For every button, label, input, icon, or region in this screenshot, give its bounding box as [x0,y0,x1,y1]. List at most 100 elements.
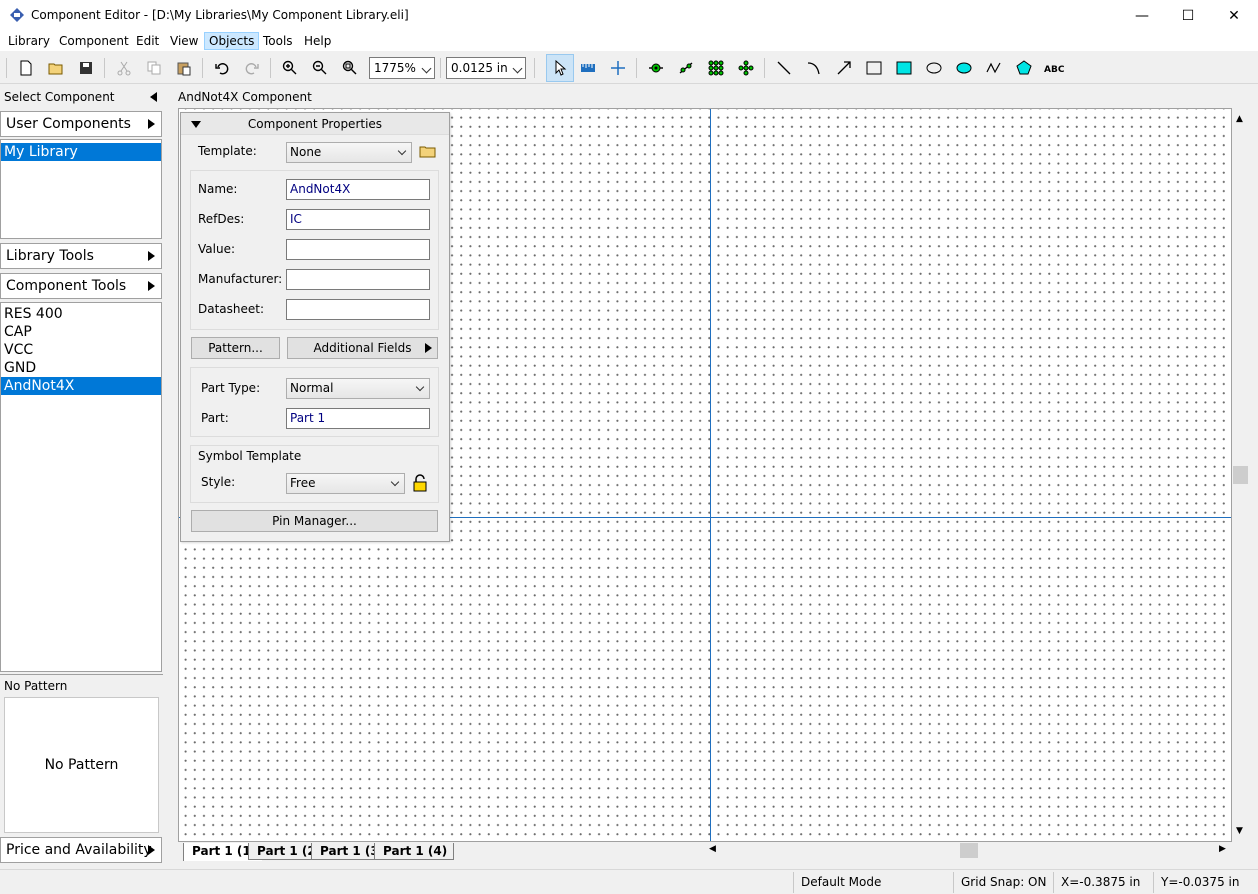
manufacturer-label: Manufacturer: [198,272,283,286]
origin-tool-icon[interactable] [606,57,630,79]
scroll-right-icon[interactable]: ▶ [1219,844,1226,854]
menu-objects[interactable]: Objects [204,32,260,50]
value-field[interactable] [286,239,430,260]
minimize-button[interactable]: — [1119,0,1165,31]
zoom-in-icon[interactable] [278,57,302,79]
collapse-left-icon[interactable] [150,92,157,102]
fields-group: Name: AndNot4X RefDes: IC Value: Manufac… [190,170,439,330]
ellipse-tool-icon[interactable] [922,57,946,79]
name-field[interactable]: AndNot4X [286,179,430,200]
refdes-field[interactable]: IC [286,209,430,230]
list-item[interactable]: My Library [1,143,161,161]
list-item[interactable]: CAP [1,323,161,341]
list-item[interactable]: RES 400 [1,305,161,323]
maximize-button[interactable]: ☐ [1165,0,1211,31]
list-item[interactable]: VCC [1,341,161,359]
zoom-fit-icon[interactable] [338,57,362,79]
open-folder-icon[interactable] [419,143,437,162]
library-tools-button[interactable]: Library Tools [0,243,162,269]
style-value: Free [290,476,316,490]
select-tool-icon[interactable] [546,54,574,82]
new-file-icon[interactable] [14,57,38,79]
component-tools-button[interactable]: Component Tools [0,273,162,299]
list-item[interactable]: AndNot4X [1,377,161,395]
grid-size-select[interactable]: 0.0125 in [446,57,526,79]
zoom-out-icon[interactable] [308,57,332,79]
part-field[interactable]: Part 1 [286,408,430,429]
scroll-up-icon[interactable]: ▲ [1236,114,1243,124]
part-label: Part: [201,411,229,425]
menu-view[interactable]: View [166,32,202,50]
pin-grid-tool-icon[interactable] [704,57,728,79]
save-icon[interactable] [74,57,98,79]
component-properties-panel: Component Properties Template: None Name… [180,112,450,542]
vertical-scrollbar[interactable]: ▲ ▼ [1232,108,1249,842]
menu-help[interactable]: Help [300,32,335,50]
part-type-value: Normal [290,381,334,395]
arrow-tool-icon[interactable] [832,57,856,79]
horizontal-scrollbar[interactable]: ◀ ▶ [706,842,1232,859]
pin-manager-button[interactable]: Pin Manager... [191,510,438,532]
chevron-down-icon [421,63,432,74]
menu-edit[interactable]: Edit [132,32,163,50]
pin-cross-tool-icon[interactable] [734,57,758,79]
toolbar-separator [636,58,637,78]
text-tool-icon[interactable]: ABC [1042,57,1068,79]
additional-fields-button[interactable]: Additional Fields [287,337,438,359]
part-group: Part Type: Normal Part: Part 1 [190,367,439,437]
copy-icon[interactable] [142,57,166,79]
arc-tool-icon[interactable] [802,57,826,79]
datasheet-label: Datasheet: [198,302,265,316]
menu-component[interactable]: Component [55,32,133,50]
price-availability-button[interactable]: Price and Availability [0,837,162,863]
open-folder-icon[interactable] [44,57,68,79]
toolbar-grip [6,58,7,78]
part-type-select[interactable]: Normal [286,378,430,399]
scroll-down-icon[interactable]: ▼ [1236,826,1243,836]
refdes-label: RefDes: [198,212,245,226]
redo-icon[interactable] [240,57,264,79]
datasheet-field[interactable] [286,299,430,320]
component-tools-label: Component Tools [6,278,127,294]
template-select[interactable]: None [286,142,412,163]
pattern-button[interactable]: Pattern... [191,337,280,359]
polyline-tool-icon[interactable] [982,57,1006,79]
ruler-tool-icon[interactable] [576,57,600,79]
close-button[interactable]: ✕ [1211,0,1257,31]
line-tool-icon[interactable] [772,57,796,79]
menu-library[interactable]: Library [4,32,54,50]
pattern-preview-text: No Pattern [44,757,119,773]
user-components-button[interactable]: User Components [0,111,162,137]
scroll-left-icon[interactable]: ◀ [709,844,716,854]
zoom-value: 1775% [374,61,416,75]
pin-array-tool-icon[interactable] [674,57,698,79]
pin-tool-icon[interactable] [644,57,668,79]
value-label: Value: [198,242,235,256]
expand-right-icon [148,281,155,291]
style-select[interactable]: Free [286,473,405,494]
undo-icon[interactable] [210,57,234,79]
polygon-tool-icon[interactable] [1012,57,1036,79]
paste-icon[interactable] [172,57,196,79]
rectangle-tool-icon[interactable] [862,57,886,79]
list-item[interactable]: GND [1,359,161,377]
user-components-label: User Components [6,116,131,132]
scroll-thumb[interactable] [1233,466,1248,484]
properties-header[interactable]: Component Properties [181,113,449,135]
properties-title: Component Properties [247,117,383,131]
scroll-thumb[interactable] [960,843,978,858]
status-separator [793,872,794,893]
toolbar: 1775% 0.0125 in ABC [0,52,1258,84]
cut-icon[interactable] [112,57,136,79]
zoom-select[interactable]: 1775% [369,57,435,79]
filled-rectangle-tool-icon[interactable] [892,57,916,79]
lock-icon[interactable] [413,474,427,495]
window-title: Component Editor - [D:\My Libraries\My C… [31,8,409,22]
filled-ellipse-tool-icon[interactable] [952,57,976,79]
toolbar-separator [440,58,441,78]
manufacturer-field[interactable] [286,269,430,290]
toolbar-separator [764,58,765,78]
template-label: Template: [198,144,257,158]
tab-part-1-4[interactable]: Part 1 (4) [374,843,455,860]
menu-tools[interactable]: Tools [259,32,297,50]
